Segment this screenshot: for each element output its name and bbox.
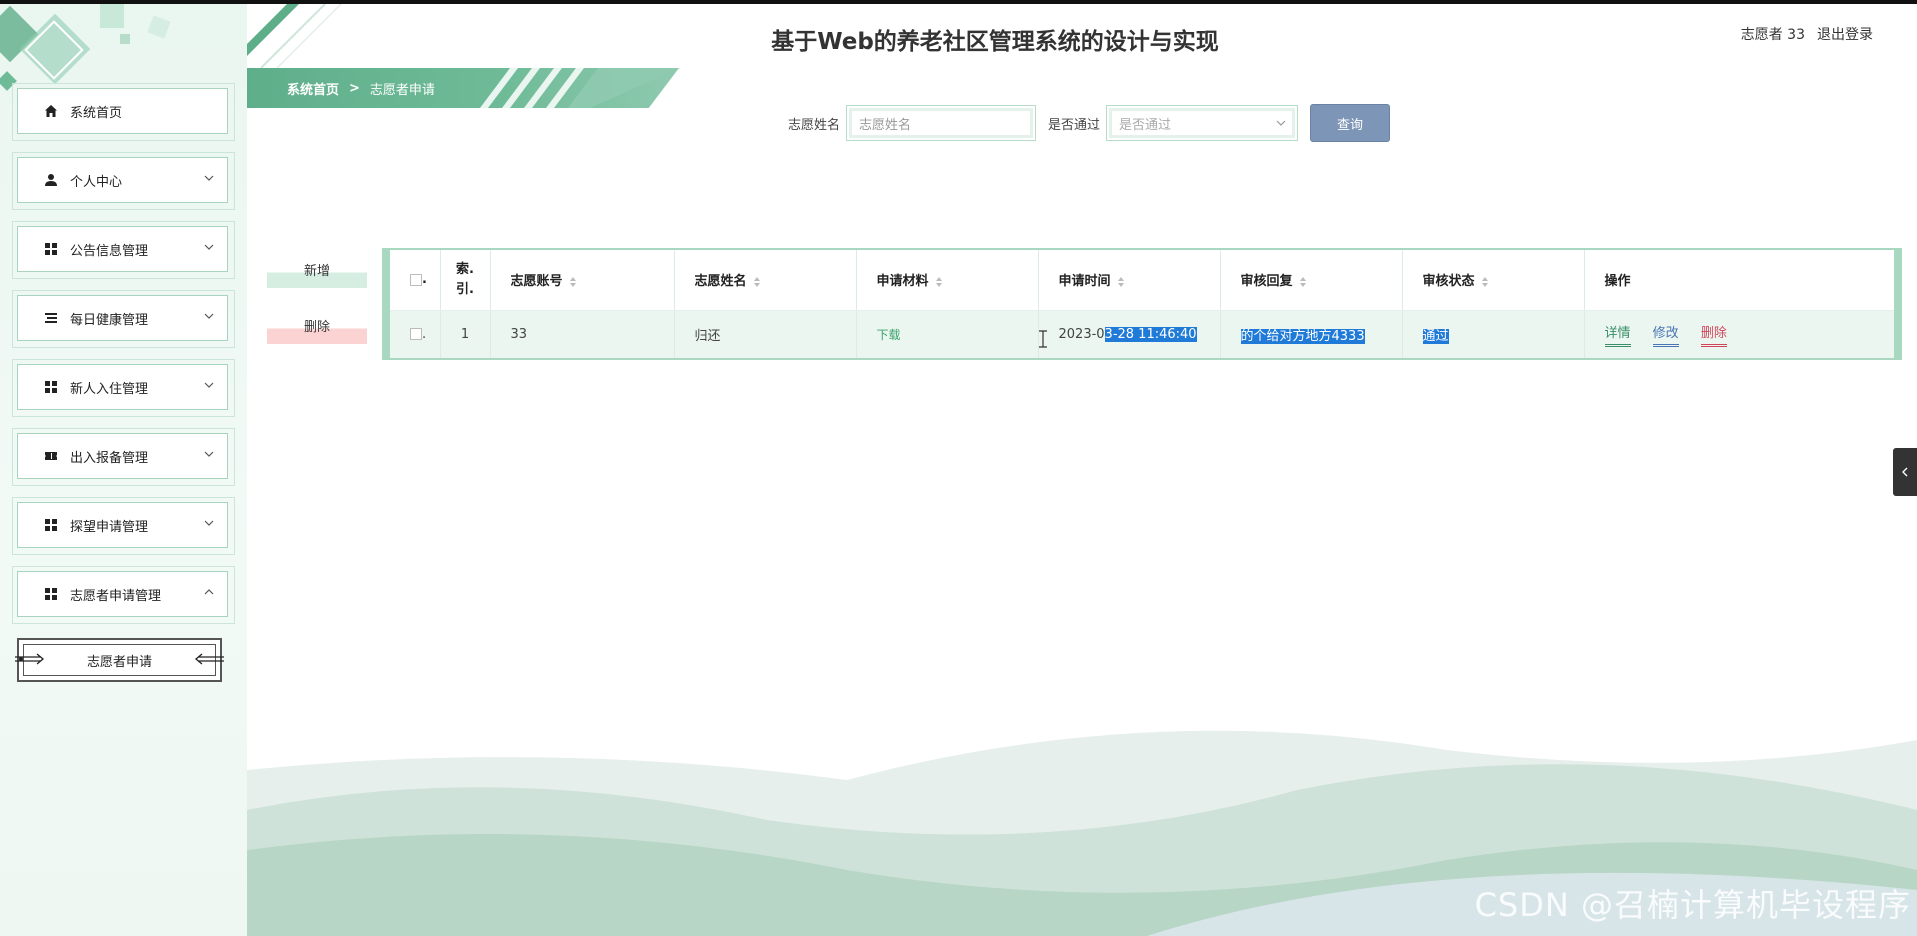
sort-icon[interactable]: [1481, 276, 1489, 288]
breadcrumb-separator: >: [349, 80, 360, 96]
volunteer-name-placeholder: 志愿姓名: [859, 117, 912, 133]
list-icon: [44, 311, 58, 325]
volunteer-application-table: . 索. 引. 志愿账号 志愿姓名 申请材料 申请时间 审核回复 审核状态 操作…: [382, 248, 1902, 360]
watermark: CSDN @召楠计算机毕设程序: [1474, 886, 1911, 924]
selected-text: 通过: [1422, 328, 1449, 344]
row-index: 1: [440, 310, 491, 358]
selected-text: 的个给对方地方4333: [1240, 328, 1365, 344]
chevron-down-icon: [204, 313, 214, 319]
header-time[interactable]: 申请时间: [1038, 250, 1221, 311]
home-icon: [44, 104, 58, 118]
sidebar-subitem-label: 志愿者申请: [86, 654, 152, 670]
breadcrumb-current: 志愿者申请: [369, 82, 435, 98]
add-button[interactable]: 新增: [267, 260, 367, 288]
volunteer-name-input[interactable]: 志愿姓名: [846, 105, 1037, 141]
header-status[interactable]: 审核状态: [1402, 250, 1585, 311]
header-index: 索. 引.: [440, 250, 491, 311]
text-cursor-icon: [1039, 330, 1047, 348]
search-name-label: 志愿姓名: [788, 117, 841, 133]
row-name: 归还: [674, 310, 857, 358]
sidebar-item-home[interactable]: 系统首页: [12, 83, 235, 141]
sidebar-item-label: 志愿者申请管理: [70, 588, 162, 604]
sidebar-item-access-report[interactable]: 出入报备管理: [12, 428, 235, 486]
edit-button[interactable]: 修改: [1652, 322, 1679, 347]
header-account[interactable]: 志愿账号: [490, 250, 675, 311]
search-pass-label: 是否通过: [1048, 117, 1101, 133]
chevron-down-icon: [204, 175, 214, 181]
chevron-left-icon: [1902, 467, 1908, 477]
detail-button[interactable]: 详情: [1604, 322, 1631, 347]
row-material: 下载: [856, 310, 1039, 358]
row-checkbox[interactable]: [410, 328, 422, 341]
selected-text: 3-28 11:46:40: [1104, 326, 1197, 342]
sort-icon[interactable]: [1117, 276, 1125, 288]
chevron-up-icon: [204, 589, 214, 595]
sort-icon[interactable]: [569, 276, 577, 288]
sidebar-item-notice-management[interactable]: 公告信息管理: [12, 221, 235, 279]
search-row: 志愿姓名 志愿姓名 是否通过 是否通过 查询: [788, 104, 1391, 142]
header-select-all[interactable]: .: [390, 250, 441, 311]
sidebar-item-label: 系统首页: [70, 105, 123, 121]
row-status: 通过: [1402, 310, 1585, 358]
user-icon: [44, 173, 58, 187]
sidebar-item-label: 每日健康管理: [70, 312, 149, 328]
table-header-row: . 索. 引. 志愿账号 志愿姓名 申请材料 申请时间 审核回复 审核状态 操作: [390, 250, 1894, 311]
sort-icon[interactable]: [1299, 276, 1307, 288]
download-link[interactable]: 下载: [877, 328, 901, 342]
header-name[interactable]: 志愿姓名: [674, 250, 857, 311]
row-delete-button[interactable]: 删除: [1700, 322, 1727, 347]
current-user-label: 志愿者 33: [1740, 27, 1805, 43]
sidebar-item-personal-center[interactable]: 个人中心: [12, 152, 235, 210]
chevron-down-icon: [1276, 120, 1286, 126]
page-title: 基于Web的养老社区管理系统的设计与实现: [771, 29, 1219, 55]
sort-icon[interactable]: [753, 276, 761, 288]
delete-button[interactable]: 删除: [267, 316, 367, 344]
header-reply[interactable]: 审核回复: [1220, 250, 1403, 311]
ticket-icon: [44, 449, 58, 463]
grid-icon: [44, 380, 58, 394]
user-area: 志愿者 33 退出登录: [1741, 24, 1873, 44]
chevron-down-icon: [204, 244, 214, 250]
sidebar-item-new-checkin[interactable]: 新人入住管理: [12, 359, 235, 417]
table-row: . 1 33 归还 下载 2023-03-28 11:46:40 的个给对方地方…: [390, 310, 1894, 358]
sidebar-item-label: 探望申请管理: [70, 519, 149, 535]
row-ops: 详情 修改 删除: [1584, 310, 1894, 358]
chevron-down-icon: [204, 451, 214, 457]
chevron-down-icon: [204, 382, 214, 388]
grid-icon: [44, 518, 58, 532]
pass-status-placeholder: 是否通过: [1119, 117, 1172, 133]
pass-status-select[interactable]: 是否通过: [1106, 105, 1299, 141]
side-panel-toggle[interactable]: [1893, 448, 1917, 496]
breadcrumb-stripes: [480, 68, 680, 108]
select-all-checkbox[interactable]: [410, 273, 422, 286]
sidebar-item-label: 新人入住管理: [70, 381, 149, 397]
grid-icon: [44, 587, 58, 601]
sort-icon[interactable]: [935, 276, 943, 288]
row-reply: 的个给对方地方4333: [1220, 310, 1403, 358]
chevron-down-icon: [204, 520, 214, 526]
row-time: 2023-03-28 11:46:40: [1038, 310, 1221, 358]
header-material[interactable]: 申请材料: [856, 250, 1039, 311]
sidebar-item-label: 公告信息管理: [70, 243, 149, 259]
sidebar-item-volunteer-management[interactable]: 志愿者申请管理: [12, 566, 235, 624]
grid-icon: [44, 242, 58, 256]
sidebar-item-label: 个人中心: [70, 174, 123, 190]
sidebar: 系统首页 个人中心 公告信息管理 每日健康管理 新人入住管理 出入报备管理 探望…: [0, 4, 247, 936]
header-ops: 操作: [1584, 250, 1894, 311]
arrow-left-icon: [194, 653, 224, 665]
header-decoration: [247, 4, 342, 68]
arrow-right-icon: [15, 653, 45, 665]
row-account: 33: [490, 310, 675, 358]
breadcrumb-home-link[interactable]: 系统首页: [287, 79, 339, 98]
logout-link[interactable]: 退出登录: [1817, 24, 1873, 44]
sidebar-subitem-volunteer-application[interactable]: 志愿者申请: [15, 638, 224, 682]
row-select-cell[interactable]: .: [390, 310, 441, 358]
sidebar-item-label: 出入报备管理: [70, 450, 149, 466]
query-button[interactable]: 查询: [1310, 104, 1391, 142]
sidebar-item-visit-application[interactable]: 探望申请管理: [12, 497, 235, 555]
sidebar-item-daily-health[interactable]: 每日健康管理: [12, 290, 235, 348]
